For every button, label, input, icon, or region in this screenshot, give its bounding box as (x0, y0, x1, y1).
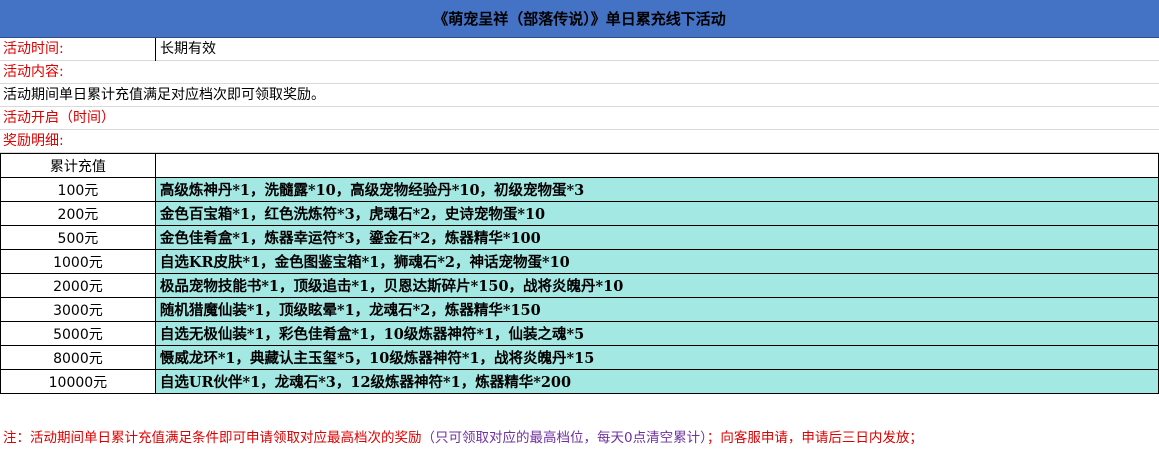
row-activity-description: 活动期间单日累计充值满足对应档次即可领取奖励。 (0, 84, 1159, 107)
activity-time-value: 长期有效 (155, 38, 216, 61)
activity-content-label: 活动内容: (3, 64, 64, 80)
tier-amount: 5000元 (0, 321, 156, 346)
header-reward (154, 153, 1159, 178)
table-header-row: 累计充值 (0, 153, 1159, 178)
footnote-limit: （只可领取对应的最高档位，每天0点清空累计） (421, 430, 707, 446)
tier-amount: 500元 (0, 225, 156, 250)
reward-details-label: 奖励明细: (3, 133, 64, 149)
table-row: 200元 金色百宝箱*1，红色洗炼符*3，虎魂石*2，史诗宠物蛋*10 (0, 201, 1159, 226)
tier-reward: 自选KR皮肤*1，金色图鉴宝箱*1，狮魂石*2，神话宠物蛋*10 (154, 249, 1159, 274)
tier-reward: 高级炼神丹*1，洗髓露*10，高级宠物经验丹*10，初级宠物蛋*3 (154, 177, 1159, 202)
activity-open-label: 活动开启（时间） (3, 110, 115, 126)
activity-description: 活动期间单日累计充值满足对应档次即可领取奖励。 (3, 87, 325, 103)
tier-amount: 100元 (0, 177, 156, 202)
tier-amount: 1000元 (0, 249, 156, 274)
header-amount: 累计充值 (0, 153, 156, 178)
spreadsheet: 《萌宠呈祥（部落传说）》单日累充线下活动 活动时间: 长期有效 活动内容: 活动… (0, 0, 1159, 457)
table-row: 10000元 自选UR伙伴*1，龙魂石*3，12级炼器神符*1，炼器精华*200 (0, 369, 1159, 394)
table-row: 5000元 自选无极仙装*1，彩色佳肴盒*1，10级炼器神符*1，仙装之魂*5 (0, 321, 1159, 346)
table-row: 100元 高级炼神丹*1，洗髓露*10，高级宠物经验丹*10，初级宠物蛋*3 (0, 177, 1159, 202)
tier-reward: 金色佳肴盒*1，炼器幸运符*3，鎏金石*2，炼器精华*100 (154, 225, 1159, 250)
table-row: 2000元 极品宠物技能书*1，顶级追击*1，贝恩达斯碎片*150，战将炎魄丹*… (0, 273, 1159, 298)
footnote-main: 注：活动期间单日累计充值满足条件即可申请领取对应最高档次的奖励 (3, 430, 422, 446)
tier-reward: 自选无极仙装*1，彩色佳肴盒*1，10级炼器神符*1，仙装之魂*5 (154, 321, 1159, 346)
row-activity-content: 活动内容: (0, 61, 1159, 84)
tier-reward: 极品宠物技能书*1，顶级追击*1，贝恩达斯碎片*150，战将炎魄丹*10 (154, 273, 1159, 298)
table-row: 500元 金色佳肴盒*1，炼器幸运符*3，鎏金石*2，炼器精华*100 (0, 225, 1159, 250)
row-reward-details: 奖励明细: (0, 130, 1159, 153)
tier-amount: 3000元 (0, 297, 156, 322)
activity-time-label: 活动时间: (3, 41, 64, 57)
tier-reward: 慑威龙环*1，典藏认主玉玺*5，10级炼器神符*1，战将炎魄丹*15 (154, 345, 1159, 370)
tier-reward: 随机猎魔仙装*1，顶级眩晕*1，龙魂石*2，炼器精华*150 (154, 297, 1159, 322)
footnote-apply: ；向客服申请，申请后三日内发放； (706, 430, 923, 446)
tier-amount: 200元 (0, 201, 156, 226)
row-activity-open: 活动开启（时间） (0, 107, 1159, 130)
tier-reward: 自选UR伙伴*1，龙魂石*3，12级炼器神符*1，炼器精华*200 (154, 369, 1159, 394)
sheet-title: 《萌宠呈祥（部落传说）》单日累充线下活动 (0, 0, 1159, 38)
tier-amount: 10000元 (0, 369, 156, 394)
reward-tier-table: 累计充值 100元 高级炼神丹*1，洗髓露*10，高级宠物经验丹*10，初级宠物… (0, 153, 1159, 394)
row-activity-time: 活动时间: 长期有效 (0, 38, 1159, 61)
table-row: 1000元 自选KR皮肤*1，金色图鉴宝箱*1，狮魂石*2，神话宠物蛋*10 (0, 249, 1159, 274)
table-row: 8000元 慑威龙环*1，典藏认主玉玺*5，10级炼器神符*1，战将炎魄丹*15 (0, 345, 1159, 370)
footnote: 注：活动期间单日累计充值满足条件即可申请领取对应最高档次的奖励（只可领取对应的最… (3, 426, 923, 446)
tier-reward: 金色百宝箱*1，红色洗炼符*3，虎魂石*2，史诗宠物蛋*10 (154, 201, 1159, 226)
tier-amount: 8000元 (0, 345, 156, 370)
table-row: 3000元 随机猎魔仙装*1，顶级眩晕*1，龙魂石*2，炼器精华*150 (0, 297, 1159, 322)
tier-amount: 2000元 (0, 273, 156, 298)
